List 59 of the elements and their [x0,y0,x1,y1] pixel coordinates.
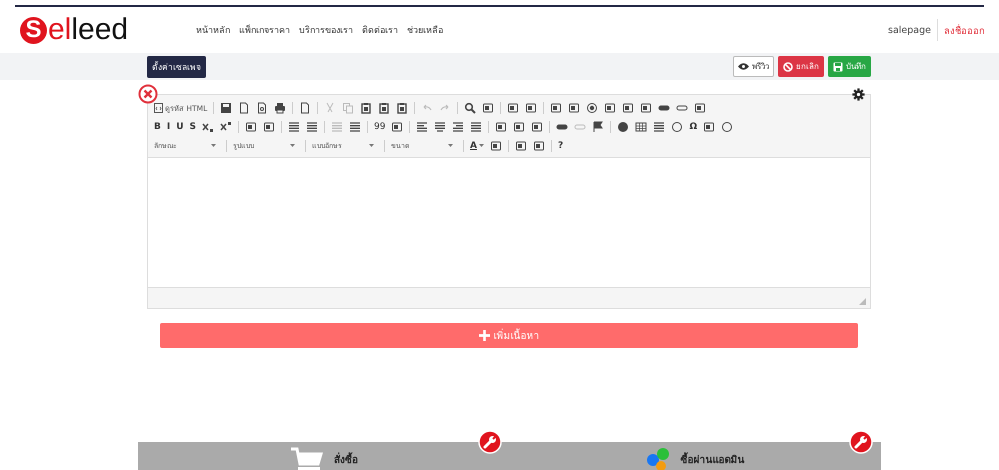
text-color-button[interactable]: A [470,140,484,150]
toolbar-button[interactable]: 99 [374,122,386,132]
logout-link[interactable]: ลงชื่อออก [944,22,985,38]
justify-icon[interactable] [470,120,482,132]
flag-icon[interactable] [592,120,604,132]
superscript-icon[interactable] [220,120,232,132]
username-link[interactable]: salepage [888,24,931,36]
eye-icon [738,62,749,71]
close-icon[interactable] [138,84,158,104]
social-icons [646,447,670,470]
nav-link[interactable]: ช่วยเหลือ [407,23,443,37]
table-icon[interactable] [635,120,648,132]
settings-button[interactable]: ตั้งค่าเซลเพจ [147,56,206,78]
list-icon[interactable] [288,120,300,132]
caret-icon [211,144,216,147]
indent-icon[interactable] [349,120,362,132]
floppy-icon[interactable] [220,102,232,114]
preview-icon[interactable] [256,102,268,114]
circle-icon[interactable] [617,120,630,132]
toolbar-button[interactable]: B [154,122,161,132]
footer-label[interactable]: สั่งซื้อ [334,452,358,466]
toolbar-button[interactable]: S [190,122,196,132]
clipboard-icon[interactable] [378,102,390,114]
cart-icon [290,447,324,470]
cancel-button[interactable]: ยกเลิก [778,56,824,77]
preview-button[interactable]: พรีวิว [733,56,774,77]
footer-label[interactable]: ซื้อผ่านแอดมิน [680,452,744,466]
toolbar-button[interactable]: I [166,122,170,132]
toolbar-button[interactable]: ? [558,140,564,150]
align-right-icon[interactable] [452,120,464,132]
printer-icon[interactable] [274,102,286,114]
align-left-icon[interactable] [416,120,428,132]
caret-icon [290,144,295,147]
code-icon [154,102,163,112]
ban-icon [783,62,793,72]
caret-icon [448,144,453,147]
page-icon[interactable] [238,102,250,114]
radio-icon[interactable] [586,102,598,114]
list-icon[interactable] [306,120,318,132]
plus-icon [478,330,490,341]
caret-icon [478,144,484,147]
floppy-icon [833,62,843,72]
toolbar-button[interactable]: Ω [689,122,698,132]
caret-icon [369,144,374,147]
toolbar-button[interactable]: U [176,122,184,132]
nav-link[interactable]: ติดต่อเรา [362,23,398,37]
nav-link[interactable]: บริการของเรา [299,23,353,37]
wrench-icon[interactable] [849,430,873,454]
search-icon[interactable] [464,102,476,114]
nav-link[interactable]: แพ็กเกจราคา [239,23,290,37]
clipboard-icon[interactable] [396,102,408,114]
resize-handle-icon[interactable] [859,298,866,305]
align-center-icon[interactable] [434,120,446,132]
page-icon[interactable] [299,102,312,114]
logo[interactable]: S elleed [20,15,196,45]
wrench-icon[interactable] [478,430,502,454]
clipboard-icon[interactable] [360,102,372,114]
nav-link[interactable]: หน้าหลัก [196,23,230,37]
subscript-icon[interactable] [202,120,214,132]
